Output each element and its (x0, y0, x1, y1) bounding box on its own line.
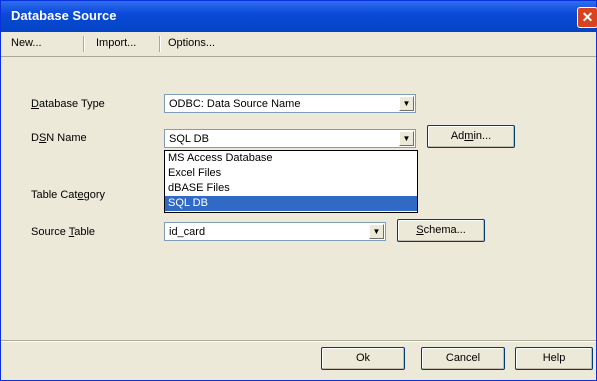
title-bar[interactable]: Database Source ✕ (1, 1, 597, 32)
button-text: in... (473, 130, 492, 142)
menu-import[interactable]: Import... (96, 37, 136, 49)
label-text: atabase Type (38, 98, 105, 110)
database-type-value: ODBC: Data Source Name (169, 98, 301, 110)
source-table-value: id_card (169, 226, 206, 238)
button-hotkey: S (416, 224, 424, 236)
source-table-label: Source Table (31, 226, 95, 238)
schema-button[interactable]: Schema... (397, 219, 485, 242)
dropdown-option[interactable]: MS Access Database (165, 151, 417, 166)
dsn-dropdown-list: MS Access Database Excel Files dBASE Fil… (164, 150, 418, 213)
button-text: chema... (423, 224, 466, 236)
menu-separator (83, 36, 85, 52)
database-type-label: Database Type (31, 98, 105, 110)
dropdown-option[interactable]: Excel Files (165, 166, 417, 181)
database-source-dialog: Database Source ✕ New... Import... Optio… (0, 0, 597, 381)
menu-new[interactable]: New... (11, 37, 42, 49)
menu-separator (159, 36, 161, 52)
chevron-down-icon[interactable]: ▼ (399, 96, 414, 111)
menu-bar: New... Import... Options... (1, 32, 596, 57)
dsn-name-select[interactable]: SQL DB ▼ (164, 129, 416, 148)
close-icon[interactable]: ✕ (577, 7, 597, 28)
label-hotkey: D (31, 98, 39, 110)
chevron-down-icon[interactable]: ▼ (369, 224, 384, 239)
ok-button[interactable]: Ok (321, 347, 405, 370)
table-category-label: Table Category (31, 189, 105, 201)
source-table-select[interactable]: id_card ▼ (164, 222, 386, 241)
button-text: Ad (450, 130, 465, 142)
label-text: gory (83, 189, 106, 201)
label-text: Table Cat (31, 189, 78, 201)
help-button[interactable]: Help (515, 347, 593, 370)
dsn-name-value: SQL DB (169, 133, 209, 145)
label-text: D (31, 132, 39, 144)
dropdown-option[interactable]: dBASE Files (165, 181, 417, 196)
database-type-select[interactable]: ODBC: Data Source Name ▼ (164, 94, 416, 113)
footer-divider (1, 340, 596, 342)
menu-options[interactable]: Options... (168, 37, 215, 49)
chevron-down-icon[interactable]: ▼ (399, 131, 414, 146)
dropdown-option-selected[interactable]: SQL DB (165, 196, 417, 211)
window-title: Database Source (11, 8, 117, 23)
dsn-name-label: DSN Name (31, 132, 87, 144)
label-text: Source (31, 226, 69, 238)
label-text: N Name (46, 132, 87, 144)
admin-button[interactable]: Admin... (427, 125, 515, 148)
label-text: able (74, 226, 96, 238)
cancel-button[interactable]: Cancel (421, 347, 505, 370)
